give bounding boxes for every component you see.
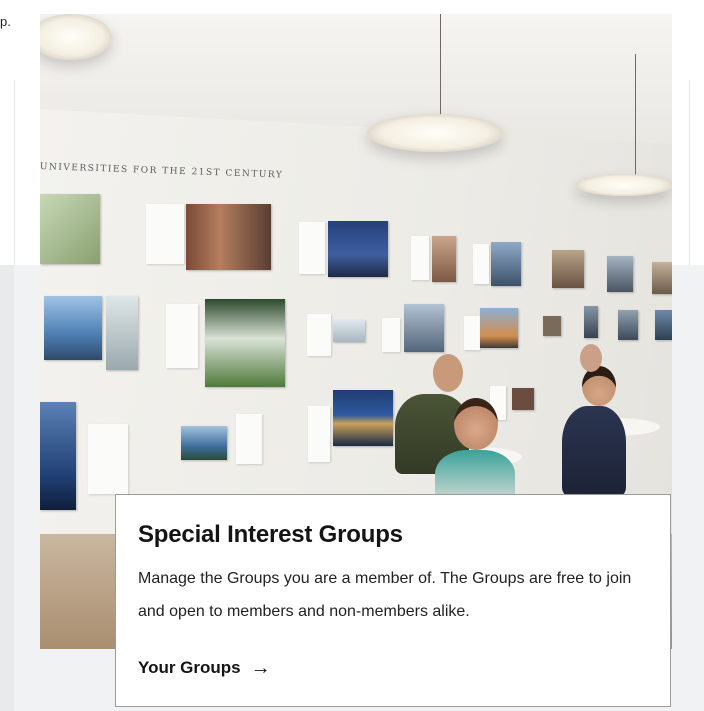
adjacent-text-fragment: p. [0, 14, 11, 29]
person-head [433, 354, 463, 392]
wall-photo [543, 316, 561, 336]
lamp-cord [440, 14, 441, 119]
wall-photo [205, 299, 285, 387]
pendant-lamp [575, 174, 672, 196]
wall-photo [333, 390, 393, 446]
card-description: Manage the Groups you are a member of. T… [138, 570, 632, 620]
wall-photo [106, 296, 138, 370]
wall-photo [181, 426, 227, 460]
wall-text-panel [307, 314, 331, 356]
lamp-cord [635, 54, 636, 179]
wall-photo [607, 256, 633, 292]
wall-photo [44, 296, 102, 360]
adjacent-card-left-top [0, 80, 15, 265]
wall-photo [40, 402, 76, 510]
wall-photo [186, 204, 271, 270]
wall-text-panel [308, 406, 330, 462]
adjacent-card-right-top [689, 80, 704, 265]
arrow-right-icon: → [250, 657, 271, 679]
wall-photo [333, 320, 365, 342]
pendant-lamp [367, 114, 503, 152]
page: p. UNIVERSITIES FOR THE 21ST CENTURY Spe… [0, 0, 704, 711]
wall-photo [552, 250, 584, 288]
special-interest-groups-card: Special Interest Groups Manage the Group… [115, 494, 671, 707]
adjacent-card-left [0, 265, 14, 711]
person-head [582, 366, 616, 406]
wall-text-panel [299, 222, 325, 274]
person-head [580, 344, 602, 372]
wall-photo [655, 310, 672, 340]
wall-photo [512, 388, 534, 410]
wall-photo [404, 304, 444, 352]
wall-text-panel [166, 304, 198, 368]
wall-text-panel [411, 236, 429, 280]
wall-photo [328, 221, 388, 277]
wall-text-panel [464, 316, 480, 350]
wall-photo [652, 262, 672, 294]
wall-photo [584, 306, 598, 338]
person-head [454, 398, 498, 450]
wall-text-panel [473, 244, 489, 284]
wall-text-panel [236, 414, 262, 464]
person [562, 406, 626, 496]
your-groups-link[interactable]: Your Groups → [138, 658, 271, 678]
your-groups-link-label: Your Groups [138, 658, 241, 677]
wall-text-panel [88, 424, 128, 494]
wall-photo [618, 310, 638, 340]
wall-photo [491, 242, 521, 286]
wall-photo [480, 308, 518, 348]
wall-photo [432, 236, 456, 282]
wall-text-panel [146, 204, 184, 264]
card-title: Special Interest Groups [138, 521, 403, 548]
wall-text-panel [382, 318, 400, 352]
wall-photo [40, 194, 100, 264]
